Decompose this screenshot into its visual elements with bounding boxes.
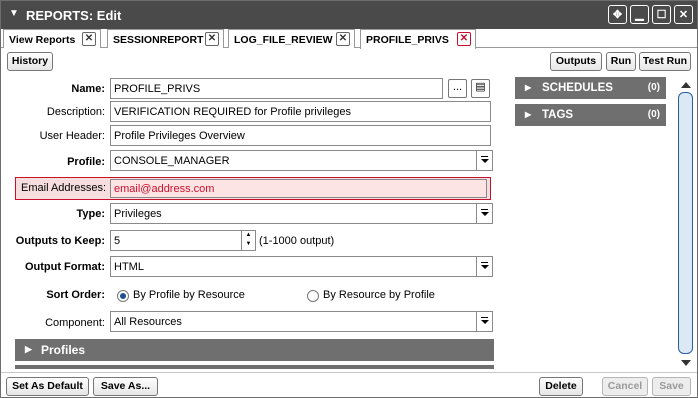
dropdown-arrow-icon[interactable] — [476, 204, 492, 223]
history-button[interactable]: History — [7, 52, 53, 71]
run-button[interactable]: Run — [606, 52, 636, 71]
schedules-count: (0) — [647, 82, 660, 93]
window-controls: ✥ ▁ ☐ ✕ — [608, 5, 693, 24]
name-label: Name: — [71, 83, 105, 95]
tab-label: SESSIONREPORT — [113, 34, 204, 46]
vertical-scrollbar[interactable] — [677, 78, 694, 370]
delete-button[interactable]: Delete — [539, 377, 583, 396]
outputs-hint: (1-1000 output) — [259, 235, 335, 247]
scroll-up-icon[interactable] — [681, 82, 691, 88]
user-header-label: User Header: — [39, 130, 105, 142]
scroll-down-icon[interactable] — [681, 360, 691, 366]
user-header-input[interactable]: Profile Privileges Overview — [110, 125, 491, 146]
footer-divider — [1, 372, 697, 373]
profile-value: CONSOLE_MANAGER — [114, 155, 230, 167]
dropdown-arrow-icon[interactable] — [476, 312, 492, 331]
close-icon[interactable]: ✕ — [674, 5, 693, 24]
stepper-up-icon[interactable]: ▲ — [242, 231, 255, 240]
report-edit-window: ▼ REPORTS: Edit ✥ ▁ ☐ ✕ View Reports ✕ S… — [0, 0, 698, 398]
outputs-to-keep-label: Outputs to Keep: — [15, 235, 105, 247]
close-tab-icon[interactable]: ✕ — [205, 32, 219, 46]
stepper-down-icon[interactable]: ▼ — [242, 240, 255, 249]
close-tab-icon[interactable]: ✕ — [457, 32, 471, 46]
tags-panel-header[interactable]: ▶ TAGS (0) — [515, 104, 666, 126]
expand-arrow-icon: ▶ — [525, 83, 532, 92]
description-input[interactable]: VERIFICATION REQUIRED for Profile privil… — [110, 101, 491, 122]
output-format-value: HTML — [114, 261, 144, 273]
save-as-button[interactable]: Save As... — [93, 377, 158, 396]
sort-radio-resource-profile[interactable] — [307, 290, 319, 302]
tab-label: View Reports — [9, 34, 76, 46]
description-label: Description: — [46, 106, 105, 118]
minimize-icon[interactable]: ▁ — [630, 5, 649, 24]
close-tab-icon[interactable]: ✕ — [82, 32, 96, 46]
test-run-button[interactable]: Test Run — [639, 52, 691, 71]
sort-option-resource-profile[interactable]: By Resource by Profile — [323, 289, 435, 301]
tab-log-file-review[interactable]: LOG_FILE_REVIEW ✕ — [228, 29, 355, 48]
email-input[interactable]: email@address.com — [110, 179, 487, 198]
profile-select[interactable]: CONSOLE_MANAGER — [110, 150, 493, 171]
dropdown-arrow-icon[interactable] — [476, 257, 492, 276]
expand-arrow-icon: ▶ — [25, 344, 32, 354]
type-label: Type: — [76, 208, 105, 220]
tab-view-reports[interactable]: View Reports ✕ — [3, 29, 101, 48]
notepad-icon[interactable]: ▤ — [471, 79, 490, 98]
email-label: Email Addresses: — [21, 182, 106, 194]
stepper-arrows[interactable]: ▲ ▼ — [241, 231, 255, 250]
maximize-icon[interactable]: ☐ — [652, 5, 671, 24]
tags-count: (0) — [647, 109, 660, 120]
component-select[interactable]: All Resources — [110, 311, 493, 332]
report-tabs: View Reports ✕ SESSIONREPORT ✕ LOG_FILE_… — [1, 29, 697, 49]
sort-option-profile-resource[interactable]: By Profile by Resource — [133, 289, 245, 301]
cancel-button[interactable]: Cancel — [602, 377, 648, 396]
sort-radio-profile-resource[interactable] — [117, 290, 129, 302]
collapse-icon[interactable]: ▼ — [9, 8, 19, 19]
window-title: REPORTS: Edit — [26, 8, 122, 23]
profiles-section-header[interactable]: ▶ Profiles — [15, 339, 494, 361]
schedules-title: SCHEDULES — [542, 82, 613, 94]
name-input[interactable]: PROFILE_PRIVS — [110, 78, 443, 99]
tab-label: PROFILE_PRIVS — [366, 34, 449, 46]
move-icon[interactable]: ✥ — [608, 5, 627, 24]
outputs-value: 5 — [114, 235, 121, 247]
type-value: Privileges — [114, 208, 162, 220]
expand-arrow-icon: ▶ — [525, 110, 532, 119]
profile-label: Profile: — [67, 156, 105, 168]
type-select[interactable]: Privileges — [110, 203, 493, 224]
next-section-header[interactable] — [15, 365, 494, 369]
scrollbar-thumb[interactable] — [678, 92, 693, 354]
output-format-select[interactable]: HTML — [110, 256, 493, 277]
close-tab-icon[interactable]: ✕ — [336, 32, 350, 46]
set-as-default-button[interactable]: Set As Default — [6, 377, 89, 396]
window-titlebar[interactable]: ▼ REPORTS: Edit ✥ ▁ ☐ ✕ — [1, 1, 697, 29]
component-label: Component: — [45, 317, 105, 329]
profiles-section-title: Profiles — [41, 343, 86, 357]
tab-sessionreport[interactable]: SESSIONREPORT ✕ — [107, 29, 224, 48]
email-error-row: Email Addresses: email@address.com — [15, 177, 491, 200]
outputs-stepper[interactable]: 5 ▲ ▼ — [110, 230, 256, 251]
outputs-button[interactable]: Outputs — [550, 52, 602, 71]
component-value: All Resources — [114, 316, 182, 328]
tab-profile-privs[interactable]: PROFILE_PRIVS ✕ — [360, 29, 476, 49]
dropdown-arrow-icon[interactable] — [476, 151, 492, 170]
output-format-label: Output Format: — [24, 261, 105, 273]
schedules-panel-header[interactable]: ▶ SCHEDULES (0) — [515, 77, 666, 99]
sort-order-label: Sort Order: — [46, 289, 105, 301]
browse-button[interactable]: ... — [448, 79, 467, 98]
save-button[interactable]: Save — [652, 377, 691, 396]
tags-title: TAGS — [542, 109, 574, 121]
tab-label: LOG_FILE_REVIEW — [234, 34, 333, 46]
